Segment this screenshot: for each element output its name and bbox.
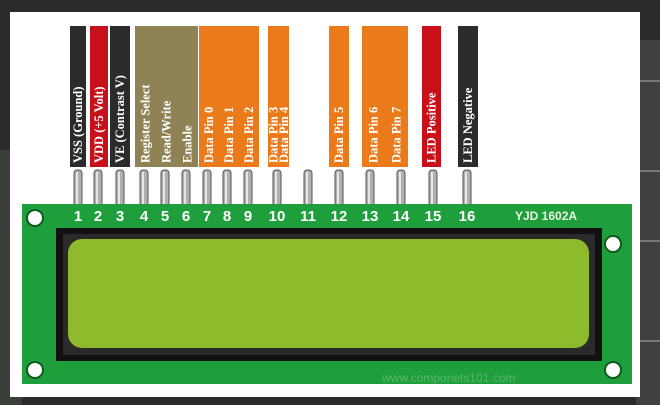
- pin-number: 2: [94, 208, 102, 225]
- pin-label: Data Pin 5: [332, 107, 346, 163]
- pin-label: Register Select: [139, 84, 153, 163]
- pin-number: 12: [331, 208, 348, 225]
- header-pin-highlight: [275, 172, 277, 204]
- image-lightbox: VSS (Ground) VDD (+5 Volt) VE (Contrast V)…: [10, 12, 640, 397]
- pin-number: 11: [300, 208, 316, 225]
- header-pin-highlight: [205, 172, 207, 204]
- header-pin-highlight: [399, 172, 401, 204]
- pin-number: 13: [362, 208, 379, 225]
- pin-number: 6: [182, 208, 190, 225]
- header-pin-highlight: [118, 172, 120, 204]
- header-pin-highlight: [184, 172, 186, 204]
- pin-label: VSS (Ground): [71, 86, 85, 163]
- pin-label: LED Positive: [425, 92, 439, 163]
- lcd-screen: [68, 239, 589, 348]
- header-pin-highlight: [431, 172, 433, 204]
- pin-number: 15: [425, 208, 442, 225]
- pin-label: Read/Write: [160, 100, 174, 163]
- pin-label: Enable: [181, 125, 195, 163]
- pin-label: VE (Contrast V): [113, 75, 127, 163]
- header-pin-highlight: [96, 172, 98, 204]
- header-pin-highlight: [246, 172, 248, 204]
- pin-number: 5: [161, 208, 169, 225]
- pin-number: 1: [74, 208, 82, 225]
- pin-number: 10: [269, 208, 286, 225]
- pin-number: 7: [203, 208, 211, 225]
- pin-label: VDD (+5 Volt): [92, 86, 106, 163]
- model-label: YJD 1602A: [515, 209, 577, 223]
- header-pin-highlight: [465, 172, 467, 204]
- lcd-pinout-diagram: VSS (Ground) VDD (+5 Volt) VE (Contrast V)…: [22, 26, 632, 385]
- pin-label: Data Pin 1: [222, 107, 236, 163]
- pin-label: Data Pin 0: [202, 107, 216, 163]
- header-pin-highlight: [306, 172, 308, 204]
- pin-number: 4: [140, 208, 149, 225]
- mount-hole-bottom-right: [604, 361, 622, 379]
- pin-label: Data Pin 7: [390, 107, 404, 163]
- header-pin-highlight: [337, 172, 339, 204]
- header-pin-highlight: [163, 172, 165, 204]
- header-pin-highlight: [142, 172, 144, 204]
- pin-number: 16: [459, 208, 476, 225]
- pin-number: 9: [244, 208, 252, 225]
- pin-number: 14: [393, 208, 410, 225]
- pin-label: Data Pin 6: [367, 107, 381, 163]
- pin-number: 8: [223, 208, 231, 225]
- pin-number: 3: [116, 208, 124, 225]
- mount-hole-top-left: [26, 209, 44, 227]
- mount-hole-bottom-left: [26, 361, 44, 379]
- mount-hole-top-right: [604, 235, 622, 253]
- header-pin-highlight: [368, 172, 370, 204]
- pin-label: Data Pin 4: [277, 106, 291, 163]
- watermark-text: www.componets101.com: [381, 371, 515, 385]
- pin-label: Data Pin 2: [242, 107, 256, 163]
- header-pin-highlight: [76, 172, 78, 204]
- header-pin-highlight: [225, 172, 227, 204]
- pin-label: LED Negative: [461, 87, 475, 163]
